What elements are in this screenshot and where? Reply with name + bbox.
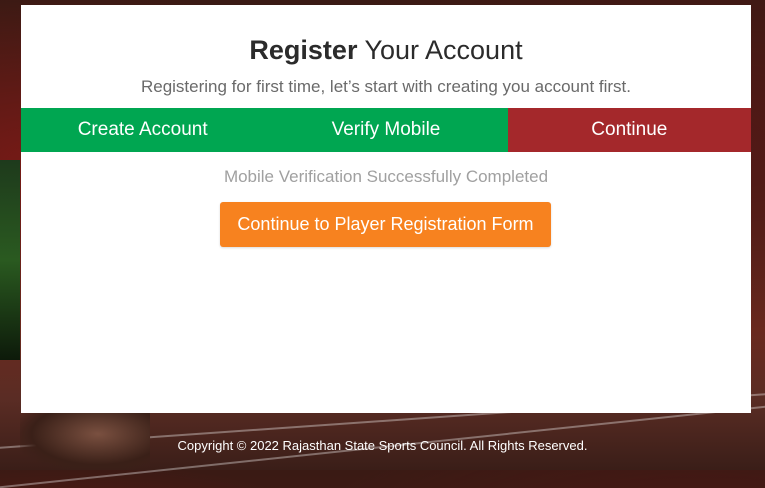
background-decoration <box>0 160 20 360</box>
footer-copyright: Copyright © 2022 Rajasthan State Sports … <box>177 438 588 453</box>
page-title-rest: Your Account <box>357 35 523 65</box>
page-title: Register Your Account <box>21 37 751 64</box>
verification-status-message: Mobile Verification Successfully Complet… <box>223 167 549 186</box>
registration-card: Register Your Account Registering for fi… <box>21 5 751 413</box>
step-continue[interactable]: Continue <box>507 108 751 152</box>
step-create-account[interactable]: Create Account <box>21 108 265 152</box>
page-title-bold: Register <box>249 35 358 65</box>
page-subtitle: Registering for first time, let’s start … <box>140 77 632 96</box>
registration-steps: Create Account Verify Mobile Continue <box>21 108 751 152</box>
continue-to-registration-button[interactable]: Continue to Player Registration Form <box>220 202 551 247</box>
step-verify-mobile[interactable]: Verify Mobile <box>264 108 508 152</box>
